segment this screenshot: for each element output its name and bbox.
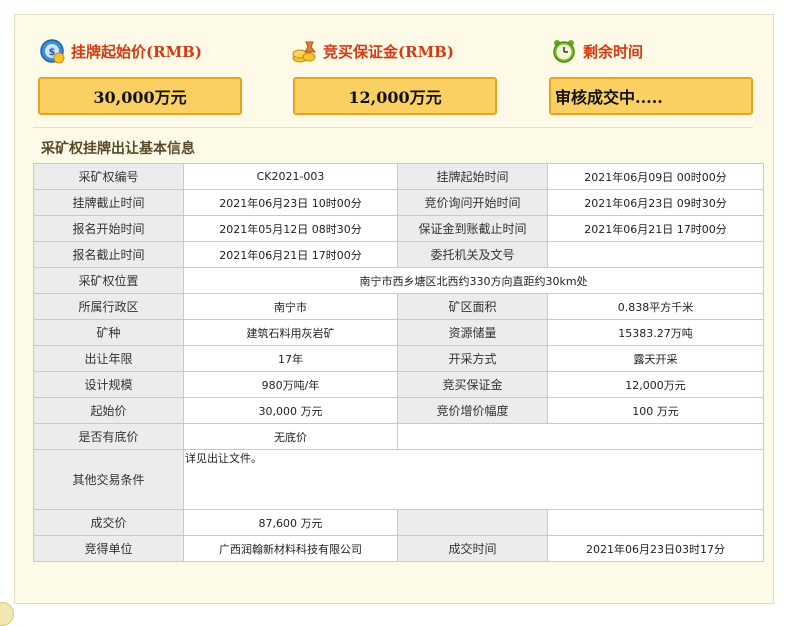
field-label: 成交时间 [397,535,548,562]
field-label: 矿区面积 [397,293,548,320]
start-price-value: 30,000万元 [38,77,242,115]
field-label: 竞买保证金 [397,371,548,398]
field-label: 是否有底价 [33,423,184,450]
listing-panel: $ 挂牌起始价(RMB) 30,000万元 竞买保证金(RMB) 12,000万… [14,14,774,604]
field-label: 报名截止时间 [33,241,184,268]
field-value: 无底价 [183,423,398,450]
table-row: 所属行政区 南宁市 矿区面积 0.838平方千米 [33,293,764,320]
field-value: 2021年06月21日 17时00分 [547,215,764,242]
field-value: 2021年06月23日 09时30分 [547,189,764,216]
field-value [547,241,764,268]
divider [33,127,753,128]
remaining-value: 审核成交中..... [549,77,753,115]
start-price-title: $ 挂牌起始价(RMB) [39,37,202,65]
field-label: 竞价询问开始时间 [397,189,548,216]
field-label: 成交价 [33,509,184,536]
info-table: 采矿权编号 CK2021-003 挂牌起始时间 2021年06月09日 00时0… [33,163,764,562]
field-value: 15383.27万吨 [547,319,764,346]
field-value: 南宁市西乡塘区北西约330方向直距约30km处 [183,267,764,294]
field-label: 委托机关及文号 [397,241,548,268]
table-row: 起始价 30,000 万元 竞价增价幅度 100 万元 [33,397,764,424]
field-value: 12,000万元 [547,371,764,398]
field-value: 2021年06月23日 10时00分 [183,189,398,216]
deposit-value: 12,000万元 [293,77,497,115]
alarm-clock-icon [551,38,577,64]
field-value: 30,000 万元 [183,397,398,424]
table-row: 报名开始时间 2021年05月12日 08时30分 保证金到账截止时间 2021… [33,215,764,242]
price-summary: $ 挂牌起始价(RMB) 30,000万元 竞买保证金(RMB) 12,000万… [15,15,775,145]
field-value: 2021年06月21日 17时00分 [183,241,398,268]
field-value: 广西润翰新材料科技有限公司 [183,535,398,562]
field-value-empty [397,423,764,450]
field-label: 矿种 [33,319,184,346]
money-coin-icon: $ [39,38,65,64]
field-value: 露天开采 [547,345,764,372]
table-row: 设计规模 980万吨/年 竞买保证金 12,000万元 [33,371,764,398]
field-label: 采矿权位置 [33,267,184,294]
field-value: 0.838平方千米 [547,293,764,320]
table-row: 出让年限 17年 开采方式 露天开采 [33,345,764,372]
field-value: 87,600 万元 [183,509,398,536]
remaining-title: 剩余时间 [551,37,643,65]
field-label: 所属行政区 [33,293,184,320]
field-value: 2021年06月09日 00时00分 [547,163,764,190]
table-row: 其他交易条件 详见出让文件。 [33,449,764,510]
field-label: 出让年限 [33,345,184,372]
start-price-label: 挂牌起始价(RMB) [71,42,202,61]
field-value [547,509,764,536]
field-label [397,509,548,536]
deposit-title: 竞买保证金(RMB) [291,37,454,65]
table-row: 采矿权位置 南宁市西乡塘区北西约330方向直距约30km处 [33,267,764,294]
field-label: 采矿权编号 [33,163,184,190]
field-label: 报名开始时间 [33,215,184,242]
field-label: 竞得单位 [33,535,184,562]
field-value: 建筑石料用灰岩矿 [183,319,398,346]
field-label: 设计规模 [33,371,184,398]
deposit-label: 竞买保证金(RMB) [323,42,454,61]
table-row: 报名截止时间 2021年06月21日 17时00分 委托机关及文号 [33,241,764,268]
table-row: 矿种 建筑石料用灰岩矿 资源储量 15383.27万吨 [33,319,764,346]
table-row: 竞得单位 广西润翰新材料科技有限公司 成交时间 2021年06月23日03时17… [33,535,764,562]
table-row: 是否有底价 无底价 [33,423,764,450]
field-label: 起始价 [33,397,184,424]
field-value: 980万吨/年 [183,371,398,398]
field-label: 保证金到账截止时间 [397,215,548,242]
remaining-label: 剩余时间 [583,42,644,61]
field-label: 挂牌起始时间 [397,163,548,190]
field-value: CK2021-003 [183,163,398,190]
table-row: 采矿权编号 CK2021-003 挂牌起始时间 2021年06月09日 00时0… [33,163,764,190]
field-label: 竞价增价幅度 [397,397,548,424]
field-value: 100 万元 [547,397,764,424]
field-value: 详见出让文件。 [183,449,764,510]
section-title: 采矿权挂牌出让基本信息 [41,141,195,157]
field-value: 17年 [183,345,398,372]
table-row: 挂牌截止时间 2021年06月23日 10时00分 竞价询问开始时间 2021年… [33,189,764,216]
field-value: 2021年05月12日 08时30分 [183,215,398,242]
field-label: 其他交易条件 [33,449,184,510]
field-value: 2021年06月23日03时17分 [547,535,764,562]
field-label: 挂牌截止时间 [33,189,184,216]
field-label: 资源储量 [397,319,548,346]
coins-bag-icon [291,38,317,64]
field-value: 南宁市 [183,293,398,320]
corner-ornament [0,602,14,626]
table-row: 成交价 87,600 万元 [33,509,764,536]
field-label: 开采方式 [397,345,548,372]
